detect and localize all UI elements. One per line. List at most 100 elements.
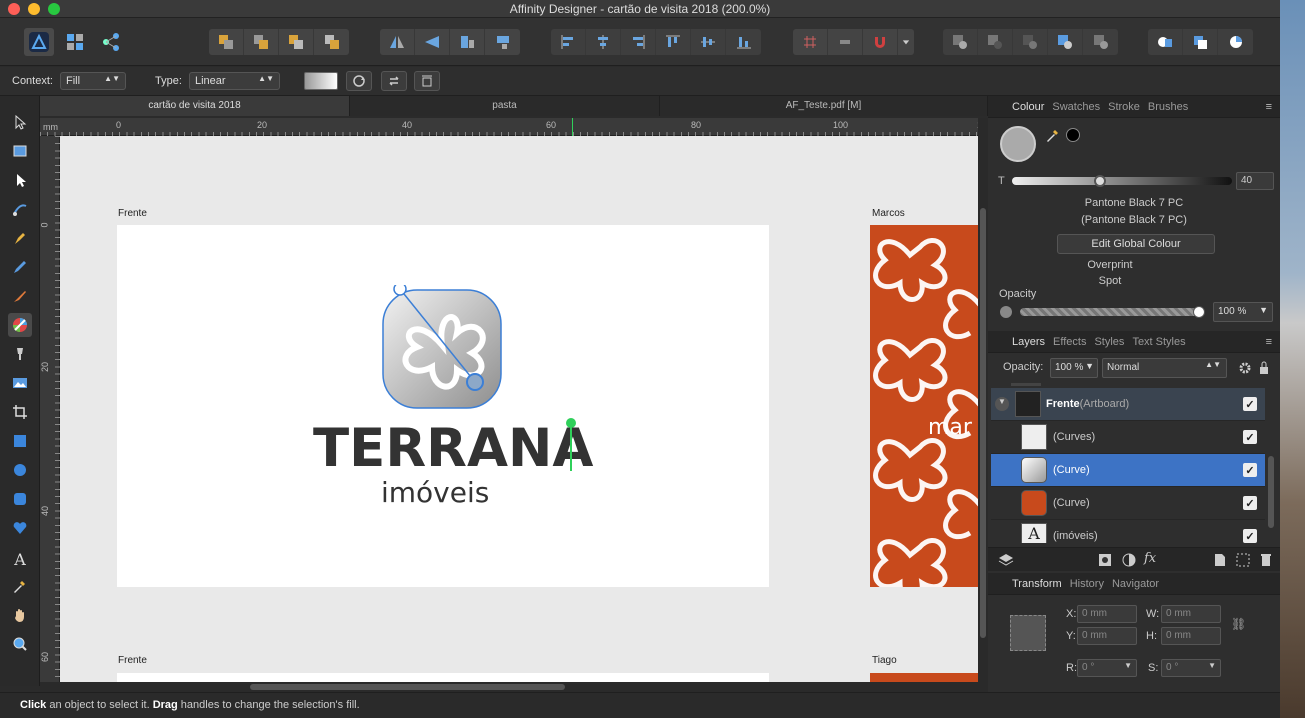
subtract-boolean-icon[interactable] <box>978 29 1013 55</box>
rotate-right-icon[interactable] <box>485 29 520 55</box>
gradient-stop-knob[interactable] <box>566 418 576 428</box>
layer-opacity-field[interactable]: 100 % ▼ <box>1050 358 1098 378</box>
move-back-one-button[interactable] <box>244 29 279 55</box>
tab-layers[interactable]: Layers <box>1012 336 1045 348</box>
geometry-subtract-icon[interactable] <box>1183 29 1218 55</box>
text-tool-icon[interactable]: A <box>8 547 32 571</box>
flip-horizontal-icon[interactable] <box>380 29 415 55</box>
tab-navigator[interactable]: Navigator <box>1112 578 1159 590</box>
designer-persona-icon[interactable] <box>24 28 54 56</box>
artboard-marcos[interactable]: mar <box>870 225 978 587</box>
x-field[interactable]: 0 mm <box>1077 605 1137 623</box>
tab-swatches[interactable]: Swatches <box>1052 101 1100 113</box>
mask-layer-icon[interactable] <box>1098 553 1112 570</box>
artboard-tiago[interactable] <box>870 673 978 682</box>
new-pixel-layer-icon[interactable] <box>1236 553 1250 570</box>
delete-layer-icon[interactable] <box>1260 553 1272 570</box>
align-right-icon[interactable] <box>621 29 656 55</box>
align-top-icon[interactable] <box>656 29 691 55</box>
place-image-tool-icon[interactable] <box>8 371 32 395</box>
fx-icon[interactable]: fx <box>1144 551 1156 566</box>
tab-colour[interactable]: Colour <box>1012 101 1044 113</box>
lock-icon[interactable] <box>1259 361 1269 378</box>
crop-tool-icon[interactable] <box>8 400 32 424</box>
fill-tool-icon[interactable] <box>8 313 32 337</box>
geometry-intersect-icon[interactable] <box>1218 29 1253 55</box>
rotate-gradient-icon[interactable] <box>381 71 407 91</box>
move-to-front-button[interactable] <box>314 29 349 55</box>
canvas-pasteboard[interactable]: Frente TERRANA imóveis Marcos mar Frente… <box>60 136 978 682</box>
pencil-tool-icon[interactable] <box>8 255 32 279</box>
h-field[interactable]: 0 mm <box>1161 627 1221 645</box>
artboard-frente-2[interactable] <box>117 673 769 682</box>
tab-history[interactable]: History <box>1070 578 1104 590</box>
grid-icon[interactable] <box>793 29 828 55</box>
layer-row-frente[interactable]: ▼ Frente (Artboard) ✓ <box>991 388 1265 421</box>
zoom-tool-icon[interactable] <box>8 632 32 656</box>
opacity-value-field[interactable]: 100 % ▼ <box>1213 302 1273 322</box>
geometry-add-icon[interactable] <box>1148 29 1183 55</box>
view-tool-icon[interactable] <box>8 603 32 627</box>
link-proportions-icon[interactable]: ⛓ <box>1231 617 1246 631</box>
ellipse-tool-icon[interactable] <box>8 458 32 482</box>
tab-transform[interactable]: Transform <box>1012 578 1062 590</box>
eyedropper-icon[interactable] <box>1046 128 1060 145</box>
doc-tab-pasta[interactable]: pasta <box>350 96 660 116</box>
edit-global-colour-button[interactable]: Edit Global Colour <box>1057 234 1215 254</box>
tint-slider[interactable] <box>1012 177 1232 185</box>
tint-slider-handle[interactable] <box>1094 175 1106 187</box>
aspect-gradient-icon[interactable] <box>414 71 440 91</box>
layer-row[interactable]: A (imóveis) ✓ <box>991 520 1265 543</box>
layer-visibility-checkbox[interactable]: ✓ <box>1243 529 1257 543</box>
guides-icon[interactable] <box>828 29 863 55</box>
horizontal-scrollbar[interactable] <box>40 682 988 692</box>
fill-colour-well[interactable] <box>1000 126 1036 162</box>
black-swatch[interactable] <box>1066 128 1080 142</box>
layer-visibility-checkbox[interactable]: ✓ <box>1243 430 1257 444</box>
point-transform-tool-icon[interactable] <box>8 197 32 221</box>
doc-tab-af-teste[interactable]: AF_Teste.pdf [M] <box>660 96 988 116</box>
logo-clover-icon[interactable] <box>377 285 517 415</box>
rotate-left-icon[interactable] <box>450 29 485 55</box>
tab-text-styles[interactable]: Text Styles <box>1132 336 1185 348</box>
align-bottom-icon[interactable] <box>726 29 761 55</box>
transparency-tool-icon[interactable] <box>8 342 32 366</box>
artboard-frente[interactable]: TERRANA imóveis <box>117 225 769 587</box>
y-field[interactable]: 0 mm <box>1077 627 1137 645</box>
color-picker-tool-icon[interactable] <box>8 574 32 598</box>
tab-effects[interactable]: Effects <box>1053 336 1086 348</box>
tab-brushes[interactable]: Brushes <box>1148 101 1188 113</box>
tab-styles[interactable]: Styles <box>1094 336 1124 348</box>
align-left-icon[interactable] <box>551 29 586 55</box>
align-center-icon[interactable] <box>586 29 621 55</box>
align-middle-icon[interactable] <box>691 29 726 55</box>
layer-row-selected[interactable]: (Curve) ✓ <box>991 454 1265 487</box>
move-to-back-button[interactable] <box>209 29 244 55</box>
panel-menu-icon[interactable]: ≡ <box>1266 101 1272 113</box>
opacity-slider-handle[interactable] <box>1193 306 1205 318</box>
blend-mode-select[interactable]: Normal ▲▼ <box>1102 358 1227 378</box>
layers-stack-icon[interactable] <box>998 552 1014 571</box>
vertical-scrollbar[interactable] <box>978 118 988 682</box>
layer-row[interactable]: (Curves) ✓ <box>991 421 1265 454</box>
gradient-swatch[interactable] <box>304 72 338 90</box>
panel-menu-icon[interactable]: ≡ <box>1266 336 1272 348</box>
layer-visibility-checkbox[interactable]: ✓ <box>1243 496 1257 510</box>
opacity-slider[interactable] <box>1020 308 1200 316</box>
rotation-field[interactable]: 0 ° ▼ <box>1077 659 1137 677</box>
export-persona-icon[interactable] <box>96 28 126 56</box>
node-tool-icon[interactable] <box>8 168 32 192</box>
tint-value-field[interactable]: 40 <box>1236 172 1274 190</box>
layer-settings-gear-icon[interactable] <box>1238 361 1252 378</box>
anchor-point-selector[interactable] <box>1010 615 1046 651</box>
move-forward-one-button[interactable] <box>279 29 314 55</box>
overprint-label[interactable]: Overprint <box>988 259 1232 271</box>
intersect-boolean-icon[interactable] <box>1013 29 1048 55</box>
tab-stroke[interactable]: Stroke <box>1108 101 1140 113</box>
divide-boolean-icon[interactable] <box>1083 29 1118 55</box>
rounded-rectangle-tool-icon[interactable] <box>8 487 32 511</box>
adjustment-layer-icon[interactable] <box>1122 553 1136 570</box>
spot-label[interactable]: Spot <box>988 275 1232 287</box>
pen-tool-icon[interactable] <box>8 226 32 250</box>
artboard-tool-icon[interactable] <box>8 139 32 163</box>
